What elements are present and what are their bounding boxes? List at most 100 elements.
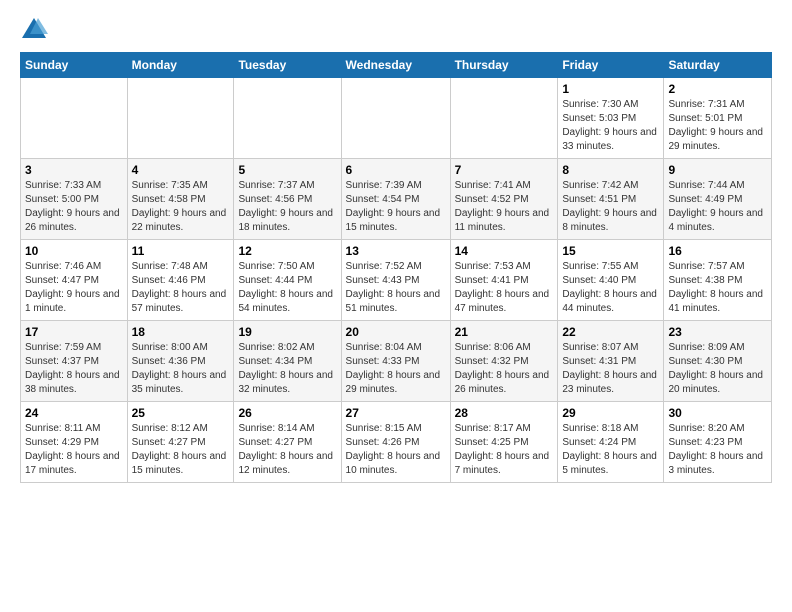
day-info: Sunrise: 8:07 AM Sunset: 4:31 PM Dayligh… (562, 341, 659, 397)
weekday-header: Sunday (21, 53, 128, 78)
calendar-cell (21, 78, 128, 159)
day-info: Sunrise: 7:50 AM Sunset: 4:44 PM Dayligh… (238, 260, 336, 316)
day-number: 1 (562, 82, 659, 96)
day-info: Sunrise: 7:48 AM Sunset: 4:46 PM Dayligh… (132, 260, 230, 316)
calendar-week-row: 24 Sunrise: 8:11 AM Sunset: 4:29 PM Dayli… (21, 402, 772, 483)
page: SundayMondayTuesdayWednesdayThursdayFrid… (0, 0, 792, 493)
day-info: Sunrise: 8:12 AM Sunset: 4:27 PM Dayligh… (132, 422, 230, 478)
calendar-cell: 2 Sunrise: 7:31 AM Sunset: 5:01 PM Daylig… (664, 78, 772, 159)
calendar-cell: 22 Sunrise: 8:07 AM Sunset: 4:31 PM Dayli… (558, 321, 664, 402)
calendar-cell: 13 Sunrise: 7:52 AM Sunset: 4:43 PM Dayli… (341, 240, 450, 321)
day-info: Sunrise: 7:35 AM Sunset: 4:58 PM Dayligh… (132, 179, 230, 235)
day-info: Sunrise: 7:37 AM Sunset: 4:56 PM Dayligh… (238, 179, 336, 235)
calendar-cell: 18 Sunrise: 8:00 AM Sunset: 4:36 PM Dayli… (127, 321, 234, 402)
weekday-header: Tuesday (234, 53, 341, 78)
day-info: Sunrise: 8:04 AM Sunset: 4:33 PM Dayligh… (346, 341, 446, 397)
calendar-cell (234, 78, 341, 159)
calendar-cell (450, 78, 558, 159)
calendar-cell: 17 Sunrise: 7:59 AM Sunset: 4:37 PM Dayli… (21, 321, 128, 402)
calendar-cell: 10 Sunrise: 7:46 AM Sunset: 4:47 PM Dayli… (21, 240, 128, 321)
day-number: 15 (562, 244, 659, 258)
calendar-cell: 3 Sunrise: 7:33 AM Sunset: 5:00 PM Daylig… (21, 159, 128, 240)
calendar-cell: 15 Sunrise: 7:55 AM Sunset: 4:40 PM Dayli… (558, 240, 664, 321)
calendar-cell: 8 Sunrise: 7:42 AM Sunset: 4:51 PM Daylig… (558, 159, 664, 240)
day-number: 22 (562, 325, 659, 339)
day-number: 17 (25, 325, 123, 339)
weekday-header-row: SundayMondayTuesdayWednesdayThursdayFrid… (21, 53, 772, 78)
day-info: Sunrise: 7:41 AM Sunset: 4:52 PM Dayligh… (455, 179, 554, 235)
day-number: 10 (25, 244, 123, 258)
day-number: 19 (238, 325, 336, 339)
calendar-week-row: 10 Sunrise: 7:46 AM Sunset: 4:47 PM Dayli… (21, 240, 772, 321)
calendar-cell: 16 Sunrise: 7:57 AM Sunset: 4:38 PM Dayli… (664, 240, 772, 321)
day-number: 30 (668, 406, 767, 420)
day-info: Sunrise: 8:09 AM Sunset: 4:30 PM Dayligh… (668, 341, 767, 397)
weekday-header: Monday (127, 53, 234, 78)
day-info: Sunrise: 7:39 AM Sunset: 4:54 PM Dayligh… (346, 179, 446, 235)
day-number: 16 (668, 244, 767, 258)
day-number: 25 (132, 406, 230, 420)
calendar-cell: 29 Sunrise: 8:18 AM Sunset: 4:24 PM Dayli… (558, 402, 664, 483)
weekday-header: Friday (558, 53, 664, 78)
day-info: Sunrise: 7:31 AM Sunset: 5:01 PM Dayligh… (668, 98, 767, 154)
day-number: 29 (562, 406, 659, 420)
day-info: Sunrise: 7:53 AM Sunset: 4:41 PM Dayligh… (455, 260, 554, 316)
day-number: 9 (668, 163, 767, 177)
calendar-cell: 12 Sunrise: 7:50 AM Sunset: 4:44 PM Dayli… (234, 240, 341, 321)
calendar-cell: 11Sunrise: 7:48 AM Sunset: 4:46 PM Dayli… (127, 240, 234, 321)
day-number: 2 (668, 82, 767, 96)
weekday-header: Wednesday (341, 53, 450, 78)
calendar-cell: 24 Sunrise: 8:11 AM Sunset: 4:29 PM Dayli… (21, 402, 128, 483)
logo-icon (20, 16, 48, 44)
day-info: Sunrise: 7:46 AM Sunset: 4:47 PM Dayligh… (25, 260, 123, 316)
day-info: Sunrise: 8:18 AM Sunset: 4:24 PM Dayligh… (562, 422, 659, 478)
day-number: 8 (562, 163, 659, 177)
day-info: Sunrise: 7:30 AM Sunset: 5:03 PM Dayligh… (562, 98, 659, 154)
calendar-cell: 26 Sunrise: 8:14 AM Sunset: 4:27 PM Dayli… (234, 402, 341, 483)
weekday-header: Thursday (450, 53, 558, 78)
calendar-cell: 20Sunrise: 8:04 AM Sunset: 4:33 PM Dayli… (341, 321, 450, 402)
calendar-cell: 5 Sunrise: 7:37 AM Sunset: 4:56 PM Daylig… (234, 159, 341, 240)
calendar-cell: 9 Sunrise: 7:44 AM Sunset: 4:49 PM Daylig… (664, 159, 772, 240)
day-number: 23 (668, 325, 767, 339)
day-info: Sunrise: 8:11 AM Sunset: 4:29 PM Dayligh… (25, 422, 123, 478)
day-info: Sunrise: 8:20 AM Sunset: 4:23 PM Dayligh… (668, 422, 767, 478)
day-number: 5 (238, 163, 336, 177)
day-info: Sunrise: 8:17 AM Sunset: 4:25 PM Dayligh… (455, 422, 554, 478)
calendar-cell: 14 Sunrise: 7:53 AM Sunset: 4:41 PM Dayli… (450, 240, 558, 321)
day-number: 14 (455, 244, 554, 258)
day-info: Sunrise: 8:00 AM Sunset: 4:36 PM Dayligh… (132, 341, 230, 397)
calendar-cell: 23 Sunrise: 8:09 AM Sunset: 4:30 PM Dayli… (664, 321, 772, 402)
calendar-table: SundayMondayTuesdayWednesdayThursdayFrid… (20, 52, 772, 483)
day-info: Sunrise: 7:42 AM Sunset: 4:51 PM Dayligh… (562, 179, 659, 235)
calendar-cell: 28 Sunrise: 8:17 AM Sunset: 4:25 PM Dayli… (450, 402, 558, 483)
day-info: Sunrise: 7:57 AM Sunset: 4:38 PM Dayligh… (668, 260, 767, 316)
day-info: Sunrise: 7:33 AM Sunset: 5:00 PM Dayligh… (25, 179, 123, 235)
day-info: Sunrise: 7:52 AM Sunset: 4:43 PM Dayligh… (346, 260, 446, 316)
logo (20, 16, 52, 44)
calendar-cell: 4 Sunrise: 7:35 AM Sunset: 4:58 PM Daylig… (127, 159, 234, 240)
header (20, 16, 772, 44)
calendar-week-row: 1 Sunrise: 7:30 AM Sunset: 5:03 PM Daylig… (21, 78, 772, 159)
day-number: 3 (25, 163, 123, 177)
day-number: 13 (346, 244, 446, 258)
day-info: Sunrise: 7:59 AM Sunset: 4:37 PM Dayligh… (25, 341, 123, 397)
weekday-header: Saturday (664, 53, 772, 78)
day-number: 12 (238, 244, 336, 258)
calendar-week-row: 3 Sunrise: 7:33 AM Sunset: 5:00 PM Daylig… (21, 159, 772, 240)
day-number: 4 (132, 163, 230, 177)
day-info: Sunrise: 8:14 AM Sunset: 4:27 PM Dayligh… (238, 422, 336, 478)
calendar-cell: 7 Sunrise: 7:41 AM Sunset: 4:52 PM Daylig… (450, 159, 558, 240)
day-number: 26 (238, 406, 336, 420)
day-number: 27 (346, 406, 446, 420)
calendar-cell: 25 Sunrise: 8:12 AM Sunset: 4:27 PM Dayli… (127, 402, 234, 483)
calendar-cell: 27Sunrise: 8:15 AM Sunset: 4:26 PM Dayli… (341, 402, 450, 483)
day-number: 18 (132, 325, 230, 339)
day-number: 7 (455, 163, 554, 177)
calendar-cell (127, 78, 234, 159)
day-info: Sunrise: 7:55 AM Sunset: 4:40 PM Dayligh… (562, 260, 659, 316)
day-number: 24 (25, 406, 123, 420)
day-number: 28 (455, 406, 554, 420)
calendar-week-row: 17 Sunrise: 7:59 AM Sunset: 4:37 PM Dayli… (21, 321, 772, 402)
day-info: Sunrise: 7:44 AM Sunset: 4:49 PM Dayligh… (668, 179, 767, 235)
